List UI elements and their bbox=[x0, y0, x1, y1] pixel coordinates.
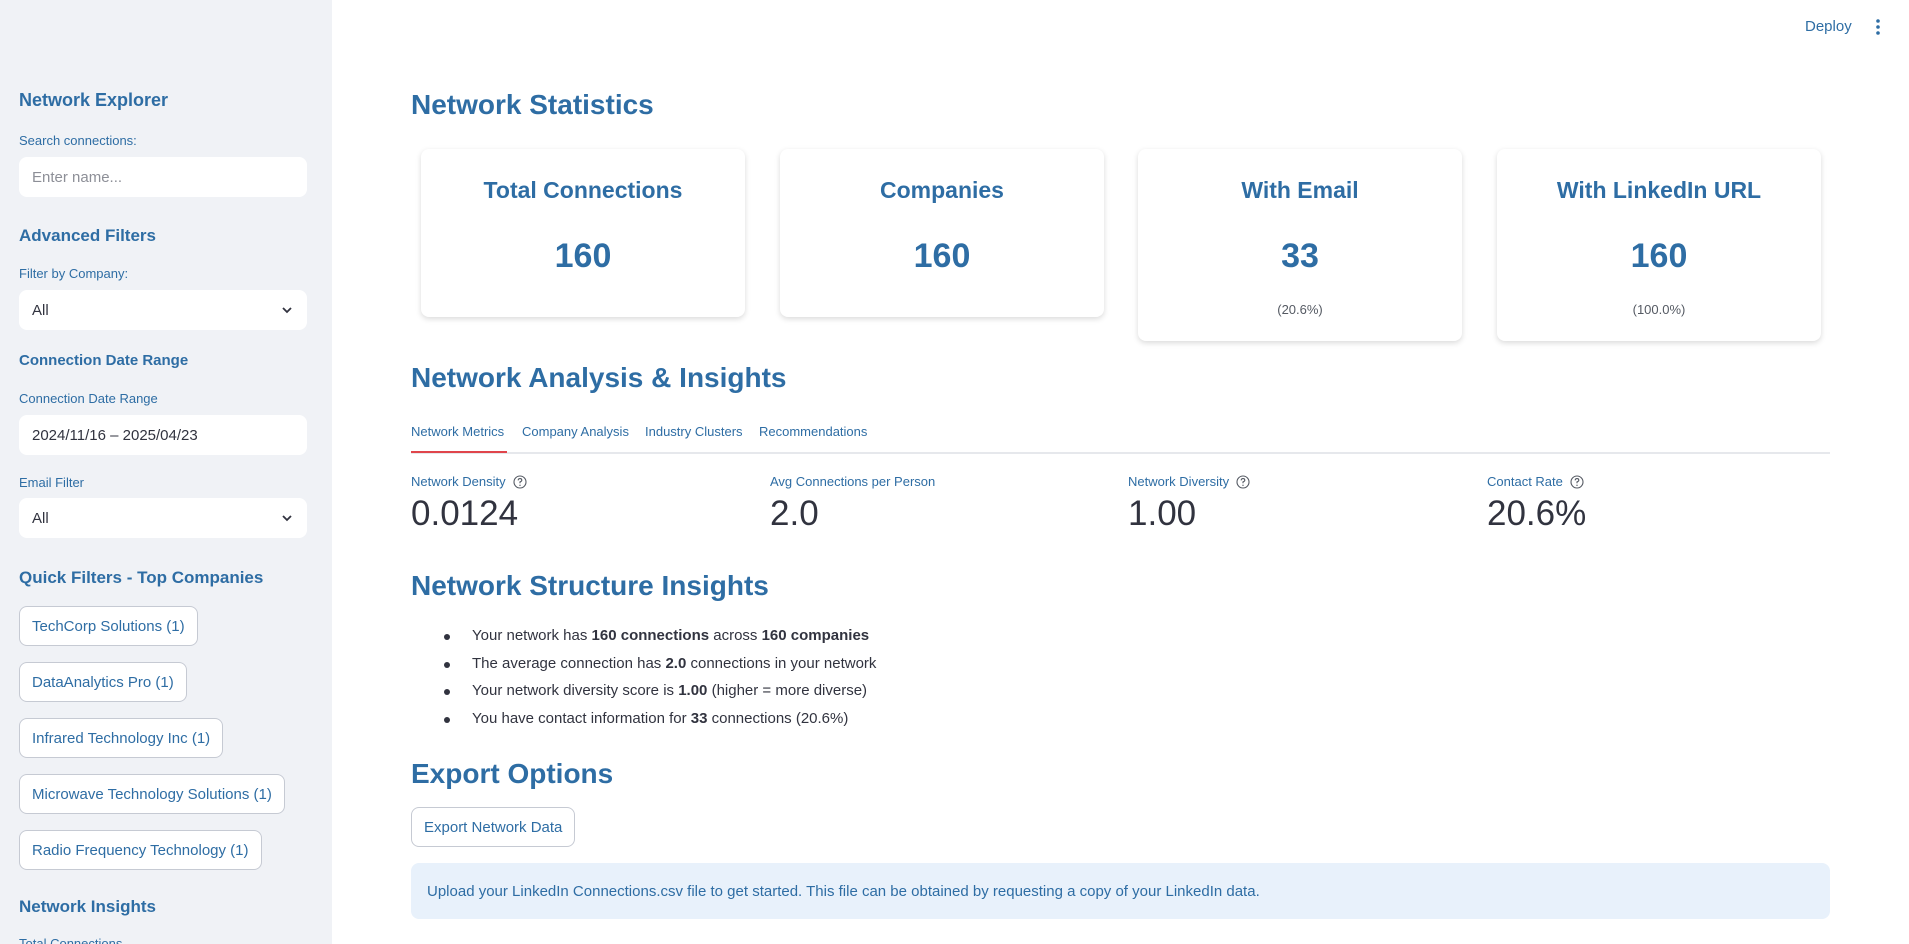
quick-filter-button[interactable]: Microwave Technology Solutions (1) bbox=[19, 774, 285, 814]
metric-value: 0.0124 bbox=[411, 494, 519, 533]
metric-label: Contact Rate bbox=[1487, 474, 1563, 489]
search-input[interactable]: Enter name... bbox=[19, 157, 307, 197]
deploy-button[interactable]: Deploy bbox=[1805, 18, 1852, 35]
metric-value: 20.6% bbox=[1487, 494, 1587, 533]
metric-label: Avg Connections per Person bbox=[770, 474, 936, 489]
email-filter-label: Email Filter bbox=[19, 475, 85, 490]
stat-card-percent: (20.6%) bbox=[1277, 302, 1323, 317]
metric-avg-connections: Avg Connections per Person bbox=[770, 474, 935, 489]
quick-filter-button[interactable]: TechCorp Solutions (1) bbox=[19, 606, 198, 646]
tab-network-metrics[interactable]: Network Metrics bbox=[411, 424, 504, 439]
help-icon[interactable] bbox=[513, 474, 527, 489]
date-range-label: Connection Date Range bbox=[19, 391, 158, 406]
active-tab-indicator bbox=[411, 451, 507, 453]
insights-list: Your network has 160 connections across … bbox=[444, 626, 876, 736]
list-item: Your network has 160 connections across … bbox=[444, 626, 876, 654]
list-item: Your network diversity score is 1.00 (hi… bbox=[444, 681, 876, 709]
stat-card-title: Total Connections bbox=[483, 177, 683, 203]
stat-card-with-linkedin-url: With LinkedIn URL 160 (100.0%) bbox=[1497, 149, 1821, 341]
company-filter-label: Filter by Company: bbox=[19, 266, 129, 281]
stat-card-value: 160 bbox=[1630, 237, 1688, 275]
stat-card-value: 160 bbox=[554, 237, 612, 275]
network-insights-item: Total Connections bbox=[19, 936, 123, 944]
email-filter-select[interactable]: All bbox=[19, 498, 307, 538]
metric-label: Network Density bbox=[411, 474, 506, 489]
stat-card-title: With LinkedIn URL bbox=[1556, 177, 1762, 203]
network-structure-heading: Network Structure Insights bbox=[411, 570, 769, 601]
metric-contact-rate: Contact Rate bbox=[1487, 474, 1584, 489]
date-range-input[interactable]: 2024/11/16 – 2025/04/23 bbox=[19, 415, 307, 455]
company-filter-select[interactable]: All bbox=[19, 290, 307, 330]
metric-value: 1.00 bbox=[1128, 494, 1197, 533]
metric-value: 2.0 bbox=[770, 494, 819, 533]
search-label: Search connections: bbox=[19, 133, 137, 148]
quick-filter-button[interactable]: DataAnalytics Pro (1) bbox=[19, 662, 187, 702]
quick-filter-button[interactable]: Radio Frequency Technology (1) bbox=[19, 830, 262, 870]
tab-industry-clusters[interactable]: Industry Clusters bbox=[645, 424, 743, 439]
chevron-down-icon bbox=[282, 515, 292, 522]
company-filter-value: All bbox=[32, 301, 49, 319]
stat-card-with-email: With Email 33 (20.6%) bbox=[1138, 149, 1462, 341]
stat-card-title: With Email bbox=[1241, 177, 1359, 203]
email-filter-value: All bbox=[32, 509, 49, 527]
sidebar: Network Explorer Search connections: Ent… bbox=[0, 0, 332, 944]
more-menu-icon[interactable] bbox=[1872, 17, 1884, 37]
stat-card-percent: (100.0%) bbox=[1632, 302, 1686, 317]
quick-filters-heading: Quick Filters - Top Companies bbox=[19, 568, 264, 587]
tab-company-analysis[interactable]: Company Analysis bbox=[522, 424, 629, 439]
chevron-down-icon bbox=[282, 307, 292, 314]
stat-card-companies: Companies 160 bbox=[780, 149, 1104, 317]
list-item: You have contact information for 33 conn… bbox=[444, 709, 876, 737]
analysis-tabs: Network Metrics Company Analysis Industr… bbox=[411, 422, 1830, 454]
network-analysis-heading: Network Analysis & Insights bbox=[411, 362, 787, 393]
export-network-data-button[interactable]: Export Network Data bbox=[411, 807, 576, 847]
export-options-heading: Export Options bbox=[411, 758, 614, 789]
stat-card-total-connections: Total Connections 160 bbox=[421, 149, 745, 317]
tab-recommendations[interactable]: Recommendations bbox=[759, 424, 867, 439]
metric-network-diversity: Network Diversity bbox=[1128, 474, 1250, 489]
stat-card-title: Companies bbox=[880, 177, 1004, 203]
info-message-text: Upload your LinkedIn Connections.csv fil… bbox=[427, 882, 1260, 900]
network-explorer-heading: Network Explorer bbox=[19, 90, 169, 110]
help-icon[interactable] bbox=[1570, 474, 1584, 489]
metric-network-density: Network Density bbox=[411, 474, 527, 489]
quick-filter-button[interactable]: Infrared Technology Inc (1) bbox=[19, 718, 224, 758]
network-insights-heading: Network Insights bbox=[19, 897, 156, 916]
stat-card-value: 33 bbox=[1281, 237, 1319, 275]
advanced-filters-heading: Advanced Filters bbox=[19, 226, 156, 245]
metric-label: Network Diversity bbox=[1128, 474, 1230, 489]
info-message: Upload your LinkedIn Connections.csv fil… bbox=[411, 863, 1830, 919]
network-statistics-heading: Network Statistics bbox=[411, 89, 654, 120]
date-range-heading: Connection Date Range bbox=[19, 352, 189, 369]
help-icon[interactable] bbox=[1236, 474, 1250, 489]
list-item: The average connection has 2.0 connectio… bbox=[444, 654, 876, 682]
stat-card-value: 160 bbox=[913, 237, 971, 275]
